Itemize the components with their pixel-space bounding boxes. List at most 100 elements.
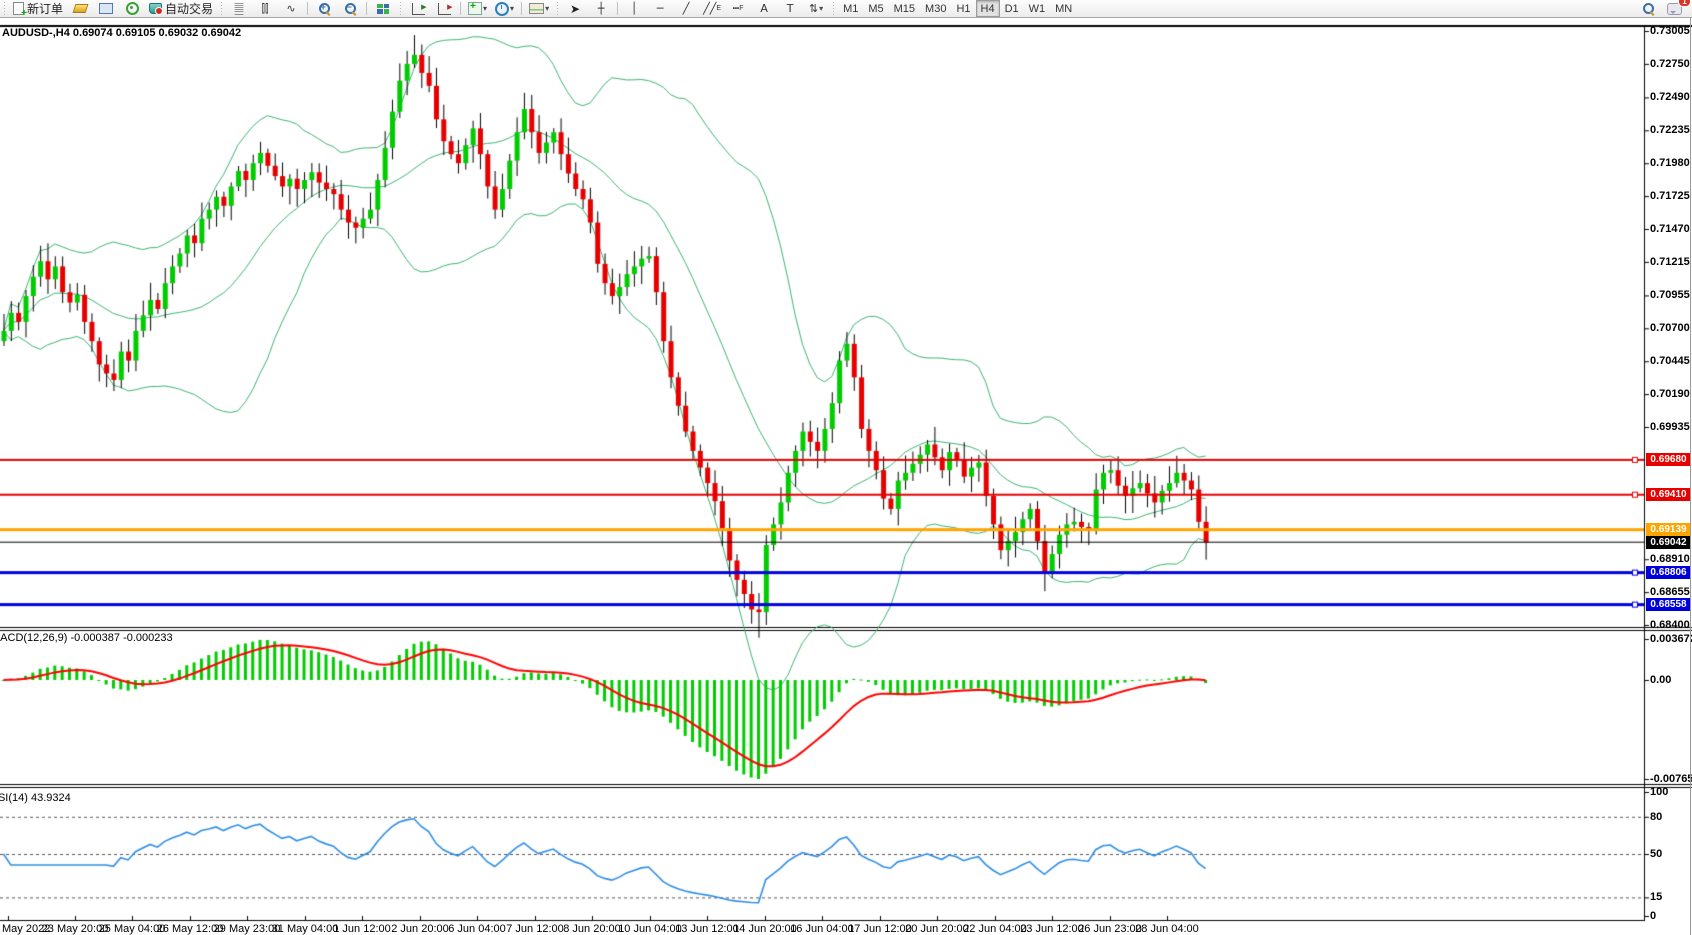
price-line-badge[interactable]: 0.69680 (1646, 453, 1691, 466)
label-tool-icon: T (787, 3, 794, 14)
crosshair-icon: ┼ (598, 3, 605, 14)
timeframe-button-h1[interactable]: H1 (951, 0, 975, 17)
timeframe-button-m1[interactable]: M1 (838, 0, 863, 17)
macd-tick-label: 0.00 (1650, 674, 1671, 686)
autotrade-label: 自动交易 (165, 0, 213, 17)
autotrade-button[interactable]: 自动交易 (146, 0, 216, 17)
price-line-badge[interactable]: 0.69139 (1646, 523, 1691, 536)
time-tick-label: 20 Jun 20:00 (905, 923, 969, 935)
timeframe-button-m30[interactable]: M30 (920, 0, 951, 17)
cursor-tool-button[interactable]: ➤ (563, 0, 587, 17)
price-chart-canvas[interactable] (0, 18, 1692, 935)
toolbar-grip[interactable] (2, 2, 7, 15)
text-tool-button[interactable]: A (752, 0, 776, 17)
price-tick-label: 0.70955 (1650, 289, 1690, 301)
time-tick-label: 31 May 04:00 (272, 923, 339, 935)
chart-shift-button[interactable] (432, 0, 456, 17)
time-tick-label: 10 Jun 04:00 (618, 923, 682, 935)
price-tick-label: 0.71980 (1650, 157, 1690, 169)
fibonacci-sub-label: F (739, 5, 743, 12)
price-line-badge[interactable]: 0.69410 (1646, 488, 1691, 501)
horizontal-line-tool-button[interactable]: ─ (648, 0, 672, 17)
candle-chart-mode-button[interactable]: ⫿⫿ (253, 0, 277, 17)
indicators-icon (468, 2, 482, 15)
fibonacci-tool-button[interactable]: ┅F (726, 0, 750, 17)
market-button[interactable] (68, 0, 92, 17)
new-order-label: 新订单 (27, 0, 63, 17)
toolbar: 新订单 自动交易 𝄛 ⫿⫿ ∿ ▾ ▾ ▾ ➤ ┼ │ ─ ╱ ╱╱E ┅F A… (0, 0, 1692, 18)
notification-badge: 1 (1678, 0, 1691, 7)
cursor-icon: ➤ (570, 4, 580, 14)
templates-button[interactable]: ▾ (526, 0, 552, 17)
chevron-down-icon: ▾ (545, 4, 549, 13)
tile-windows-button[interactable] (371, 0, 395, 17)
chart-window[interactable]: AUDUSD-,H4 0.69074 0.69105 0.69032 0.690… (0, 18, 1692, 935)
mt4-window: { "toolbar": { "new_order_label": "新订单",… (0, 0, 1692, 935)
timeframe-button-m5[interactable]: M5 (863, 0, 888, 17)
rsi-tick-label: 100 (1650, 786, 1668, 798)
price-line-badge[interactable]: 0.68558 (1646, 598, 1691, 611)
time-tick-label: 14 Jun 20:00 (733, 923, 797, 935)
bar-chart-mode-button[interactable]: 𝄛 (227, 0, 251, 17)
timeframe-button-d1[interactable]: D1 (1000, 0, 1024, 17)
timeframe-button-h4[interactable]: H4 (976, 0, 1000, 17)
time-tick-label: 25 May 04:00 (99, 923, 166, 935)
signals-button[interactable] (120, 0, 144, 17)
price-tick-label: 0.68655 (1650, 586, 1690, 598)
macd-indicator-label: MACD(12,26,9) -0.000387 -0.000233 (0, 632, 173, 644)
rsi-tick-label: 15 (1650, 891, 1662, 903)
line-chart-mode-button[interactable]: ∿ (279, 0, 303, 17)
price-tick-label: 0.69935 (1650, 421, 1690, 433)
search-button[interactable] (1636, 0, 1660, 17)
vertical-line-icon: │ (631, 3, 638, 14)
crosshair-tool-button[interactable]: ┼ (589, 0, 613, 17)
toolbar-grip[interactable] (398, 2, 403, 15)
time-tick-label: 22 Jun 04:00 (963, 923, 1027, 935)
rsi-tick-label: 50 (1650, 848, 1662, 860)
rsi-tick-label: 0 (1650, 910, 1656, 922)
zoom-out-button[interactable] (338, 0, 362, 17)
price-line-badge[interactable]: 0.68806 (1646, 566, 1691, 579)
toolbar-grip[interactable] (219, 2, 224, 15)
clock-icon (495, 2, 509, 16)
price-tick-label: 0.71725 (1650, 190, 1690, 202)
terminal-icon (99, 3, 113, 14)
template-icon (529, 3, 544, 14)
chart-title: AUDUSD-,H4 0.69074 0.69105 0.69032 0.690… (2, 27, 241, 39)
zoom-out-icon (345, 3, 356, 14)
price-line-badge[interactable]: 0.69042 (1646, 536, 1691, 549)
label-tool-button[interactable]: T (778, 0, 802, 17)
zoom-in-button[interactable] (312, 0, 336, 17)
terminal-button[interactable] (94, 0, 118, 17)
time-tick-label: 17 Jun 12:00 (848, 923, 912, 935)
timeframe-button-w1[interactable]: W1 (1024, 0, 1051, 17)
time-tick-label: 16 Jun 04:00 (790, 923, 854, 935)
signal-icon (126, 2, 139, 15)
price-tick-label: 0.70190 (1650, 388, 1690, 400)
price-tick-label: 0.71215 (1650, 256, 1690, 268)
trendline-tool-button[interactable]: ╱ (674, 0, 698, 17)
channel-sub-label: E (716, 5, 721, 12)
time-tick-label: 28 Jun 04:00 (1135, 923, 1199, 935)
timeframe-button-mn[interactable]: MN (1050, 0, 1077, 17)
channel-tool-button[interactable]: ╱╱E (700, 0, 724, 17)
vertical-line-tool-button[interactable]: │ (622, 0, 646, 17)
new-order-button[interactable]: 新订单 (10, 0, 66, 17)
time-tick-label: 6 Jun 04:00 (448, 923, 506, 935)
periods-button[interactable]: ▾ (492, 0, 517, 17)
notifications-button[interactable]: 1 (1662, 0, 1686, 17)
auto-scroll-button[interactable] (406, 0, 430, 17)
chevron-down-icon: ▾ (819, 4, 823, 13)
search-icon (1643, 3, 1654, 14)
line-chart-icon: ∿ (286, 3, 295, 14)
toolbar-grip[interactable] (555, 2, 560, 15)
timeframe-button-m15[interactable]: M15 (889, 0, 920, 17)
new-order-icon (13, 2, 24, 15)
arrows-tool-button[interactable]: ⇅▾ (804, 0, 828, 17)
toolbar-grip[interactable] (831, 2, 836, 15)
autotrade-icon (149, 3, 162, 14)
time-tick-label: 7 Jun 12:00 (506, 923, 564, 935)
price-tick-label: 0.71470 (1650, 223, 1690, 235)
tile-windows-icon (377, 4, 389, 14)
indicators-button[interactable]: ▾ (465, 0, 490, 17)
